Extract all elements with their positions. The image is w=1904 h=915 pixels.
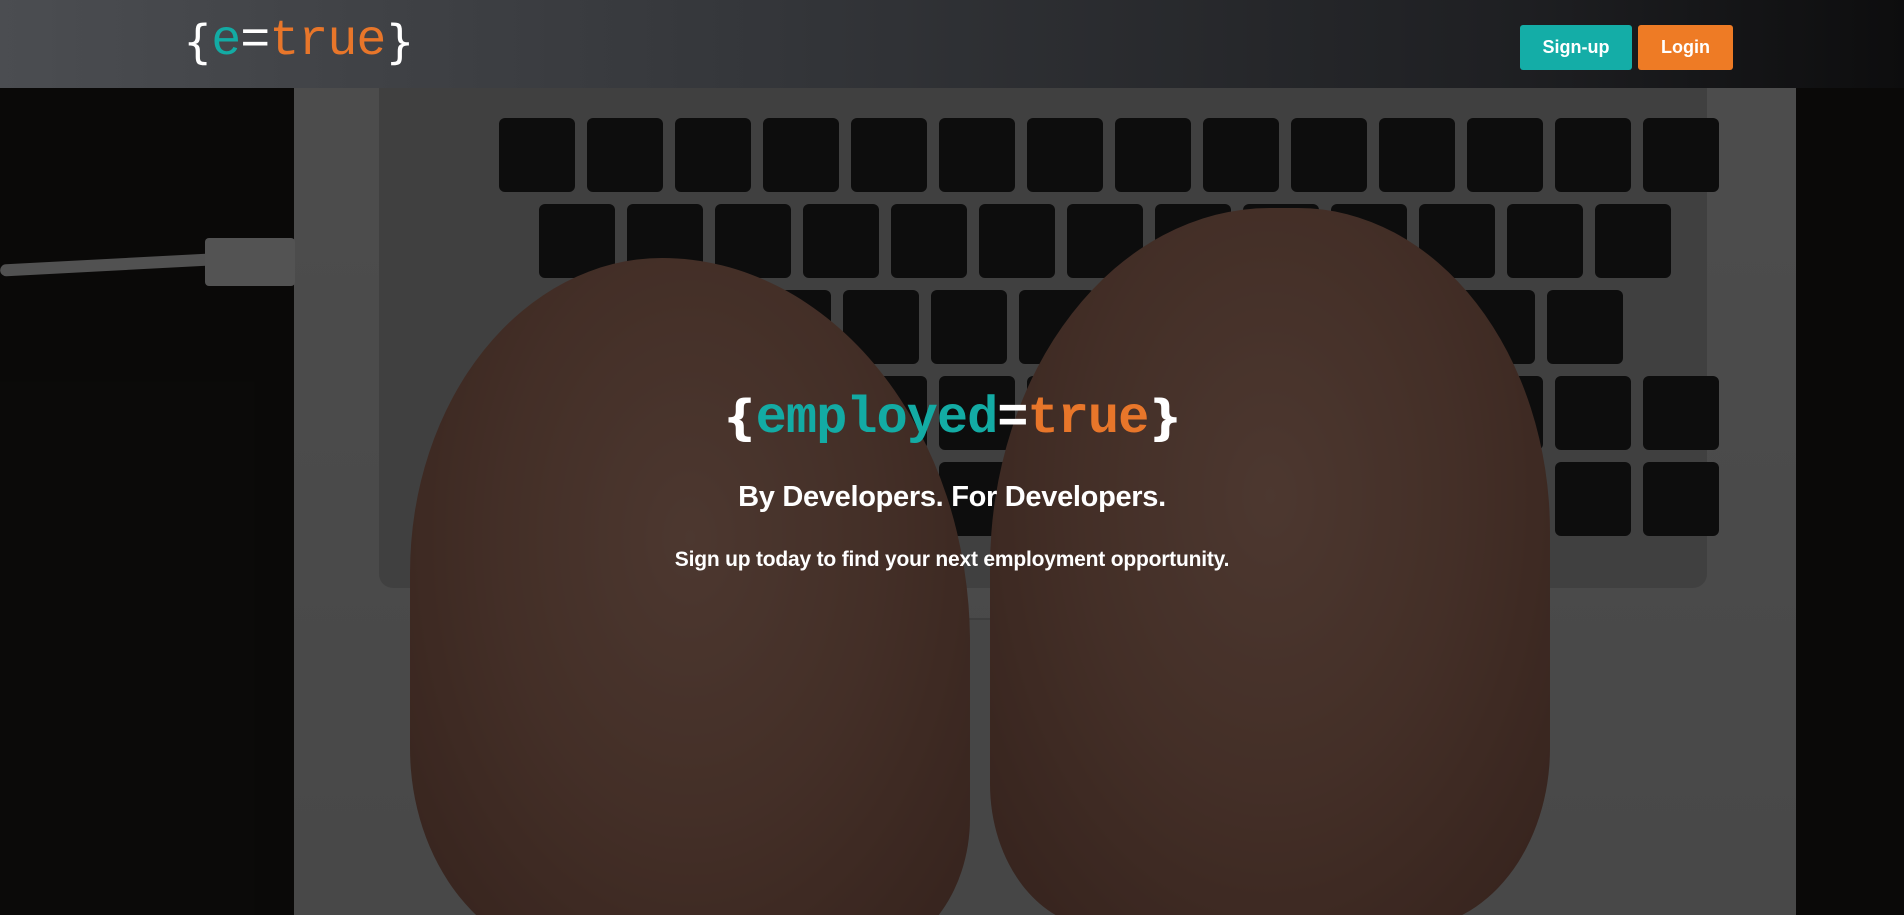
hero-logo-open-brace: { — [722, 390, 756, 446]
hero-subtext: Sign up today to find your next employme… — [674, 548, 1230, 571]
navbar: { e = true } Sign-up Login — [0, 0, 1904, 88]
brand-close-brace: } — [385, 15, 414, 69]
hero-logo-right-text: true — [1027, 388, 1150, 448]
hero-logo-left-text: employed — [755, 388, 999, 448]
login-button[interactable]: Login — [1638, 25, 1733, 70]
hero-logo-close-brace: } — [1148, 390, 1182, 446]
brand-logo[interactable]: { e = true } — [183, 13, 415, 71]
hero-logo: { employed = true } — [0, 388, 1904, 448]
brand-equals: = — [240, 13, 270, 70]
hero-tagline: By Developers. For Developers. — [738, 481, 1166, 513]
brand-open-brace: { — [183, 15, 212, 69]
landing-page: { e = true } Sign-up Login {employed = … — [0, 0, 1904, 915]
hero-logo-equals: = — [997, 388, 1028, 448]
signup-button[interactable]: Sign-up — [1520, 25, 1632, 70]
nav-actions: Sign-up Login — [1520, 25, 1733, 70]
brand-right-text: true — [269, 13, 386, 70]
brand-left-text: e — [211, 13, 241, 70]
